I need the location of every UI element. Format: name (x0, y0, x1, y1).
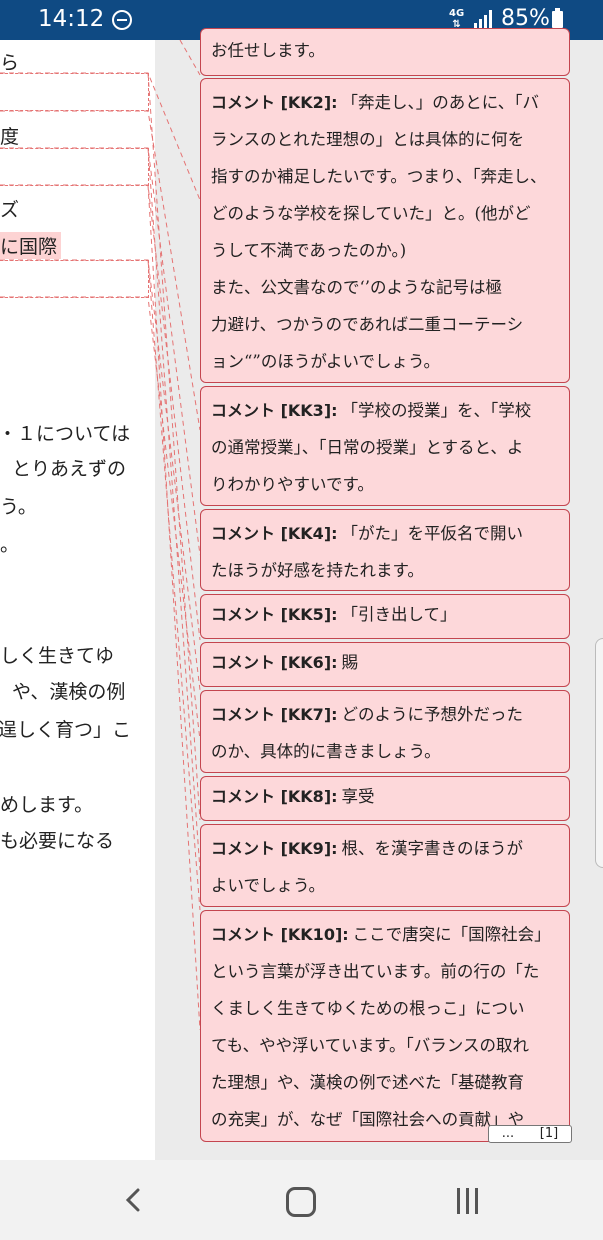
comment-label: コメント [KK7]: (211, 705, 338, 724)
battery-icon (552, 8, 563, 28)
comment-anchor-box (0, 73, 149, 111)
comment-card-kk8[interactable]: コメント [KK8]: 享受 (200, 776, 570, 821)
comment-label: コメント [KK6]: (211, 653, 338, 672)
comment-label: コメント [KK4]: (211, 524, 338, 543)
doc-text-line: ら (0, 52, 20, 74)
doc-text-line: とりあえずの (12, 458, 127, 480)
comment-label: コメント [KK9]: (211, 839, 338, 858)
comment-card-kk7[interactable]: コメント [KK7]: どのように予想外だった のか、具体的に書きましょう。 (200, 690, 570, 773)
comment-anchor-box (0, 260, 149, 298)
doc-text-line: 逞しく育つ」こ (0, 719, 132, 741)
comment-card-kk5[interactable]: コメント [KK5]: 「引き出して」 (200, 594, 570, 639)
recent-apps-icon[interactable] (455, 1188, 481, 1214)
comment-card-kk9[interactable]: コメント [KK9]: 根、を漢字書きのほうが よいでしょう。 (200, 824, 570, 907)
doc-text-line: 。 (0, 534, 20, 556)
doc-text-line: 度 (0, 126, 20, 148)
comment-card[interactable]: お任せします。 (200, 28, 570, 76)
comment-card-kk2[interactable]: コメント [KK2]: 「奔走し、」のあとに、「バ ランスのとれた理想の」とは具体… (200, 78, 570, 383)
comment-card-kk6[interactable]: コメント [KK6]: 賜 (200, 642, 570, 687)
comment-label: コメント [KK3]: (211, 401, 338, 420)
home-icon[interactable] (286, 1187, 316, 1217)
signal-strength-icon (474, 10, 494, 28)
doc-text-line: めします。 (0, 794, 94, 816)
more-comments-button[interactable]: ... [1] (488, 1125, 572, 1143)
scroll-handle[interactable] (595, 638, 603, 868)
document-page[interactable]: ら 度 ズ に国際 ・１については とりあえずの う。 。 しく生きてゆ や、漢… (0, 40, 155, 1160)
do-not-disturb-icon (112, 10, 132, 30)
comment-label: コメント [KK5]: (211, 605, 338, 624)
comment-label: コメント [KK10]: (211, 925, 349, 944)
comment-label: コメント [KK2]: (211, 93, 338, 112)
clock: 14:12 (38, 6, 105, 32)
comment-card-kk4[interactable]: コメント [KK4]: 「がた」を平仮名で開い たほうが好感を持たれます。 (200, 509, 570, 591)
comment-label: コメント [KK8]: (211, 787, 338, 806)
doc-text-line: う。 (0, 496, 37, 518)
navigation-bar (0, 1160, 603, 1240)
doc-text-line: や、漢検の例 (12, 681, 126, 703)
doc-text-line-highlighted: に国際 (0, 232, 62, 259)
doc-text-line: ・１については (0, 423, 131, 445)
comment-anchor-box (0, 148, 149, 186)
back-icon[interactable] (120, 1184, 148, 1216)
network-type-icon: 4G ⇅ (449, 8, 465, 30)
doc-text-line: しく生きてゆ (0, 645, 115, 667)
doc-text-line: も必要になる (0, 830, 115, 852)
doc-text-line: ズ (0, 199, 20, 221)
comment-card-kk10[interactable]: コメント [KK10]: ここで唐突に「国際社会」 という言葉が浮き出ています。前… (200, 910, 570, 1142)
comment-card-kk3[interactable]: コメント [KK3]: 「学校の授業」を、「学校 の通常授業」、「日常の授業」とす… (200, 386, 570, 506)
